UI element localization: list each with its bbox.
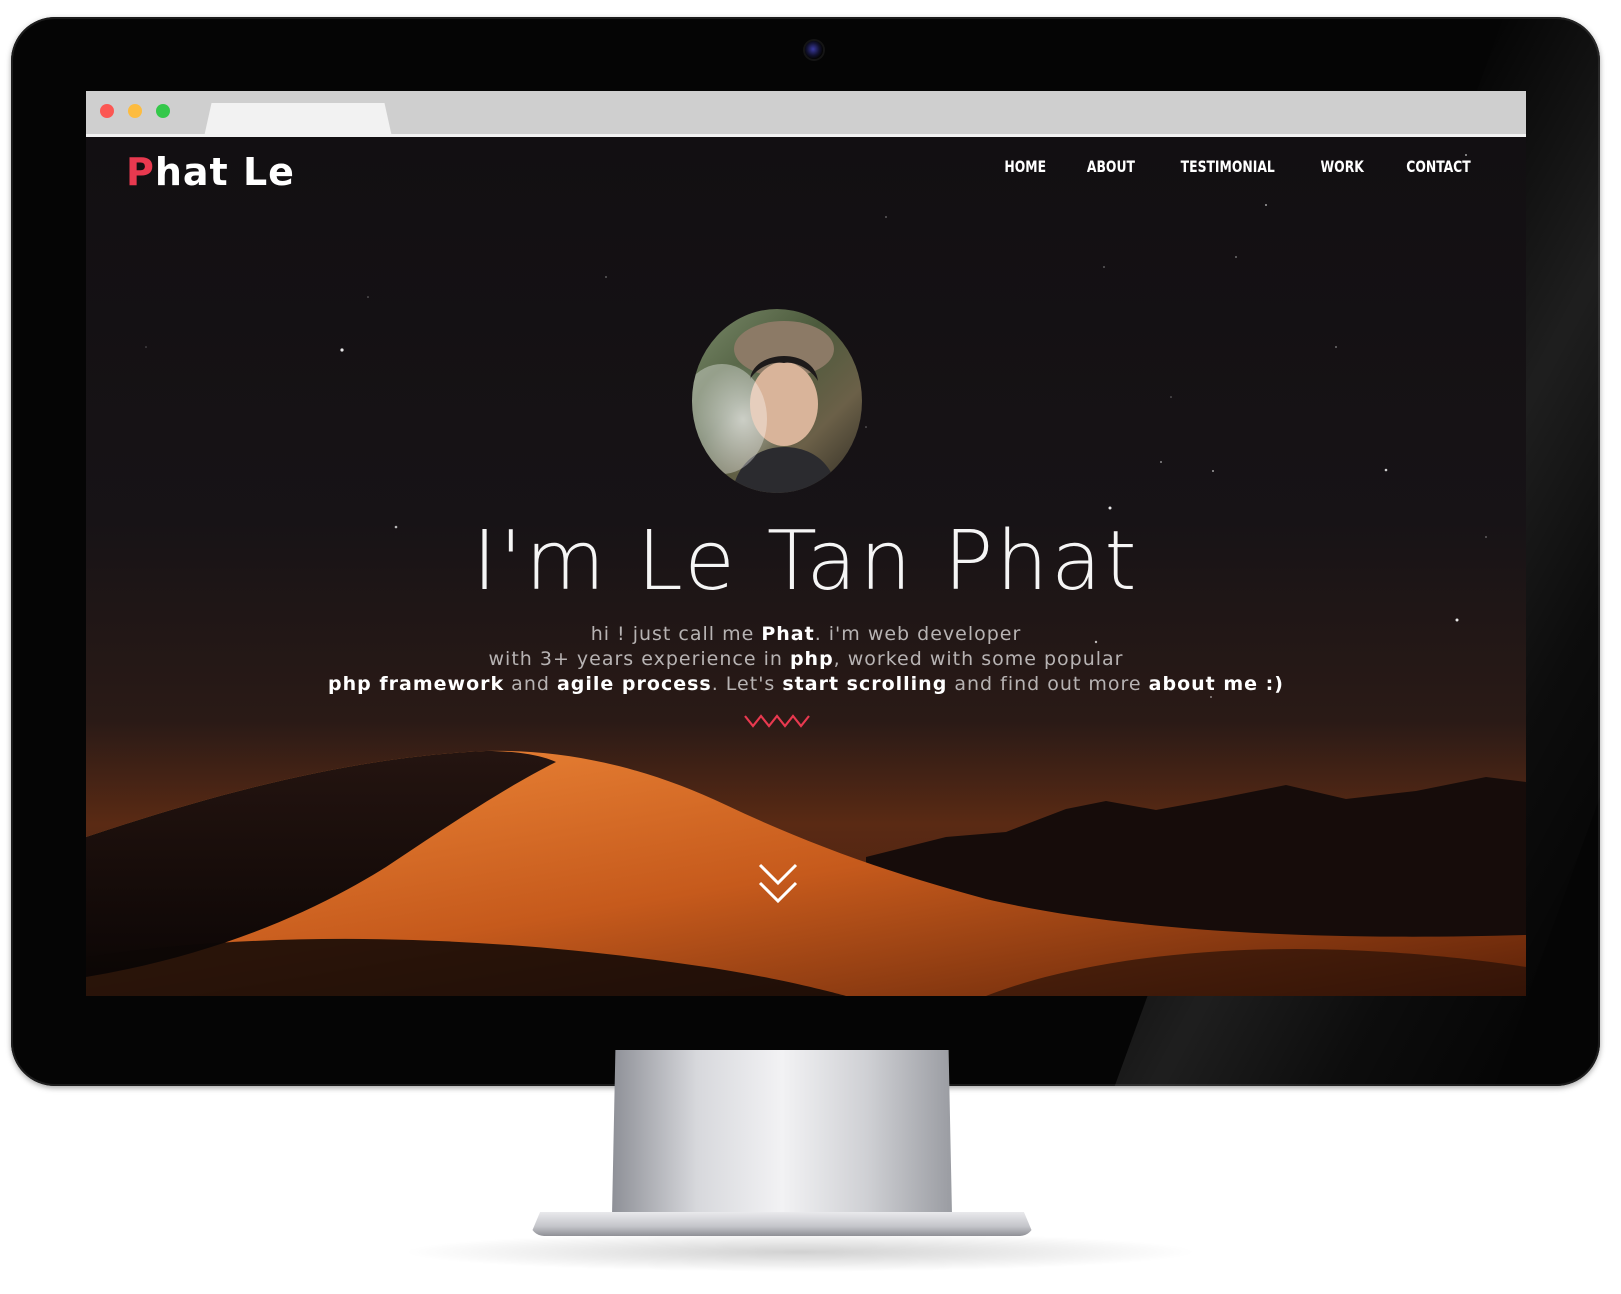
close-window-button[interactable] (100, 104, 114, 118)
logo-text: hat Le (154, 150, 295, 194)
site-logo[interactable]: Phat Le (126, 147, 295, 197)
double-chevron-down-icon[interactable] (756, 859, 800, 907)
webcam (805, 41, 823, 59)
intro-text: and (504, 673, 557, 695)
browser-chrome (86, 91, 1526, 137)
logo-initial: P (126, 150, 155, 194)
intro-line-3: php framework and agile process. Let's s… (86, 672, 1526, 697)
intro-text: and find out more (947, 673, 1149, 695)
intro-highlight: php framework (328, 673, 505, 695)
zigzag-icon (744, 714, 810, 728)
stand-shadow (400, 1232, 1200, 1272)
intro-highlight: about me :) (1148, 673, 1284, 695)
nav-home[interactable]: HOME (1004, 157, 1046, 176)
hero-section: Phat Le HOME ABOUT TESTIMONIAL WORK CONT… (86, 137, 1526, 996)
intro-text: . i'm web developer (814, 623, 1022, 645)
main-nav: HOME ABOUT TESTIMONIAL WORK CONTACT (1001, 157, 1476, 176)
monitor-stand-base (530, 1212, 1034, 1236)
intro-text: . Let's (711, 673, 783, 695)
avatar-portrait (692, 321, 838, 493)
intro-line-2: with 3+ years experience in php, worked … (86, 647, 1526, 672)
nav-about[interactable]: ABOUT (1087, 157, 1135, 176)
browser-window: Phat Le HOME ABOUT TESTIMONIAL WORK CONT… (86, 91, 1526, 996)
intro-text: , worked with some popular (833, 648, 1124, 670)
profile-avatar (692, 309, 862, 493)
intro-highlight: start scrolling (782, 673, 948, 695)
browser-tab[interactable] (204, 103, 392, 137)
intro-highlight: Phat (761, 623, 815, 645)
monitor-stand-neck (612, 1050, 952, 1215)
intro-text: with 3+ years experience in (488, 648, 790, 670)
nav-testimonial[interactable]: TESTIMONIAL (1181, 157, 1275, 176)
minimize-window-button[interactable] (128, 104, 142, 118)
intro-text: hi ! just call me (590, 623, 762, 645)
nav-contact[interactable]: CONTACT (1406, 157, 1470, 176)
maximize-window-button[interactable] (156, 104, 170, 118)
hero-title: I'm Le Tan Phat (472, 514, 1140, 609)
intro-highlight: agile process (556, 673, 712, 695)
intro-highlight: php (789, 648, 834, 670)
hero-intro: hi ! just call me Phat. i'm web develope… (86, 622, 1526, 697)
intro-line-1: hi ! just call me Phat. i'm web develope… (86, 622, 1526, 647)
nav-work[interactable]: WORK (1320, 157, 1363, 176)
